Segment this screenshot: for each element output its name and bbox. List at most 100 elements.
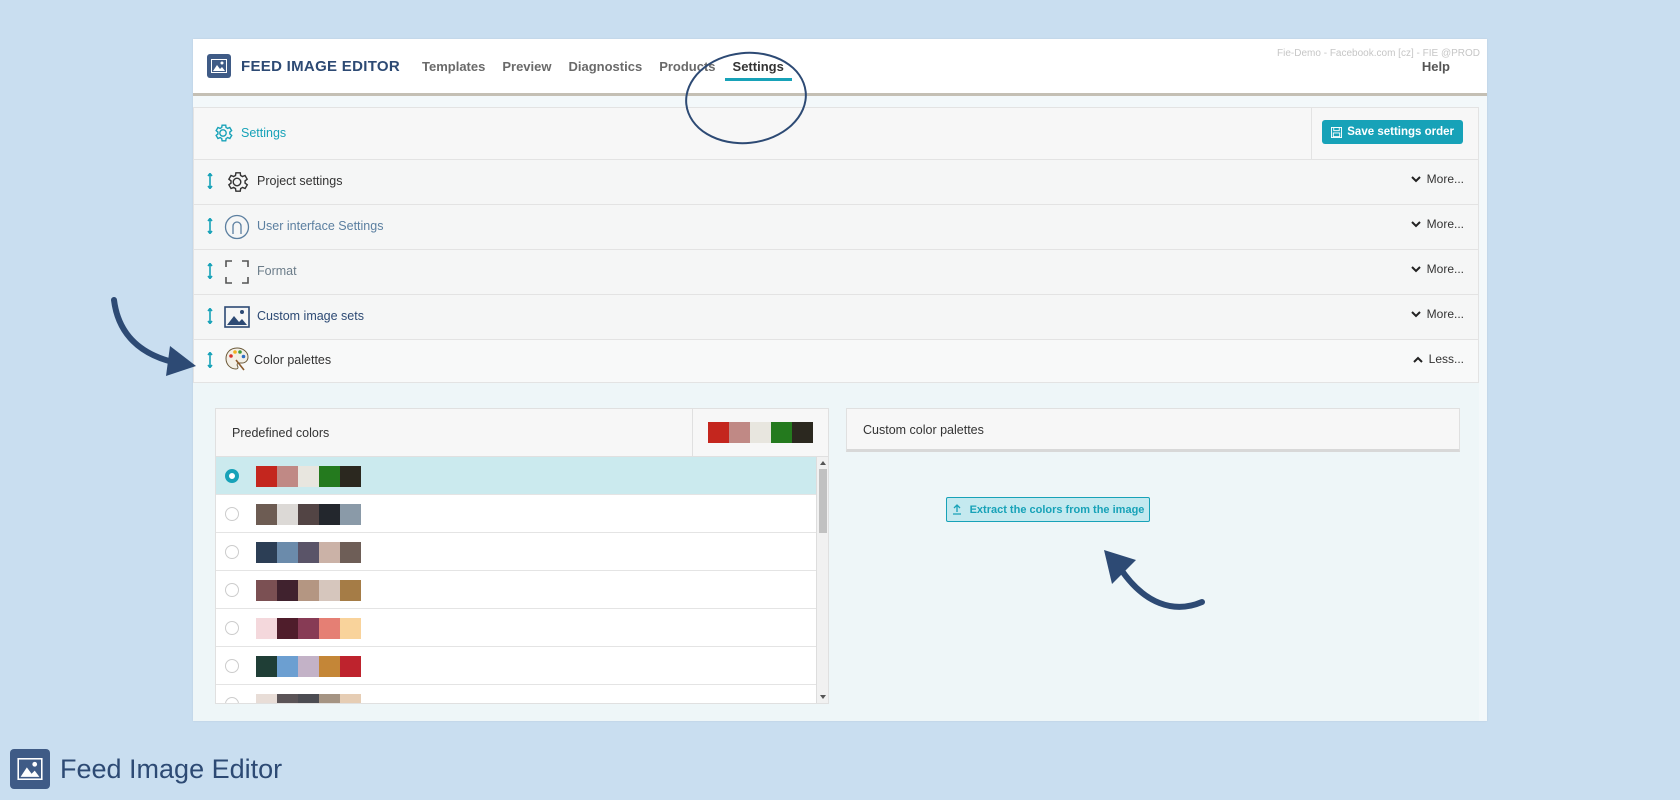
- settings-breadcrumb[interactable]: Settings: [212, 122, 286, 144]
- palette-radio[interactable]: [225, 469, 239, 483]
- logo-image-icon: [207, 54, 231, 78]
- scroll-up-arrow[interactable]: [820, 461, 826, 465]
- drag-handle-icon[interactable]: [207, 218, 213, 234]
- settings-header: Settings Save settings order: [193, 107, 1479, 160]
- top-navbar: FEED IMAGE EDITOR Templates Preview Diag…: [193, 39, 1487, 96]
- toggle-label: More...: [1426, 217, 1464, 231]
- color-swatch: [277, 618, 298, 639]
- color-swatch: [319, 504, 340, 525]
- palette-radio[interactable]: [225, 659, 239, 673]
- palette-row[interactable]: [216, 571, 816, 609]
- chevron-down-icon: [1410, 220, 1421, 227]
- row-label: User interface Settings: [257, 219, 384, 233]
- color-swatch: [256, 504, 277, 525]
- color-swatch: [319, 618, 340, 639]
- palette-row[interactable]: [216, 609, 816, 647]
- expand-toggle[interactable]: More...: [1410, 307, 1464, 321]
- palette-radio[interactable]: [225, 697, 239, 703]
- color-swatch: [298, 618, 319, 639]
- palette-swatches: [256, 466, 361, 487]
- row-label: Project settings: [257, 174, 343, 188]
- color-swatch: [792, 422, 813, 443]
- settings-title: Settings: [241, 126, 287, 140]
- chevron-up-icon: [1412, 356, 1423, 363]
- color-swatch: [340, 694, 361, 703]
- palette-radio[interactable]: [225, 507, 239, 521]
- collapse-toggle[interactable]: Less...: [1412, 352, 1464, 366]
- color-swatch: [256, 656, 277, 677]
- gear-icon: [215, 124, 233, 142]
- predefined-colors-card: Predefined colors: [215, 408, 829, 704]
- color-swatch: [256, 694, 277, 703]
- color-swatch: [256, 542, 277, 563]
- palette-radio[interactable]: [225, 621, 239, 635]
- palette-row[interactable]: [216, 647, 816, 685]
- color-swatch: [298, 694, 319, 703]
- extract-colors-label: Extract the colors from the image: [969, 503, 1145, 516]
- color-swatch: [340, 618, 361, 639]
- selected-palette-preview: [692, 409, 828, 456]
- chevron-down-icon: [1410, 175, 1421, 182]
- custom-color-palettes-card: Custom color palettes: [846, 408, 1460, 452]
- toggle-label: More...: [1426, 262, 1464, 276]
- color-swatch: [708, 422, 729, 443]
- user-circle-icon: [224, 214, 250, 240]
- palette-radio[interactable]: [225, 545, 239, 559]
- toggle-label: More...: [1426, 172, 1464, 186]
- color-swatch: [298, 542, 319, 563]
- extract-colors-button[interactable]: Extract the colors from the image: [946, 497, 1150, 522]
- app-name: FEED IMAGE EDITOR: [241, 57, 401, 75]
- color-swatch: [319, 542, 340, 563]
- palette-list[interactable]: [216, 457, 816, 703]
- image-icon: [224, 306, 250, 328]
- settings-row-color-palettes[interactable]: Color palettes Less...: [193, 340, 1479, 383]
- nav-diagnostics[interactable]: Diagnostics: [569, 59, 643, 74]
- color-swatch: [340, 504, 361, 525]
- row-label: Color palettes: [254, 353, 332, 367]
- scrollbar-thumb[interactable]: [819, 469, 827, 533]
- palette-swatches: [256, 618, 361, 639]
- settings-row-custom-image-sets[interactable]: Custom image sets More...: [193, 295, 1479, 340]
- palette-swatches: [256, 656, 361, 677]
- app-logo[interactable]: FEED IMAGE EDITOR: [207, 54, 400, 78]
- settings-row-user-interface[interactable]: User interface Settings More...: [193, 205, 1479, 250]
- chevron-down-icon: [1410, 265, 1421, 272]
- row-label: Custom image sets: [257, 309, 364, 323]
- color-swatch: [750, 422, 771, 443]
- palette-swatches: [256, 504, 361, 525]
- nav-preview[interactable]: Preview: [502, 59, 551, 74]
- palette-row[interactable]: [216, 495, 816, 533]
- palette-row[interactable]: [216, 533, 816, 571]
- drag-handle-icon[interactable]: [207, 263, 213, 279]
- palette-radio[interactable]: [225, 583, 239, 597]
- drag-handle-icon[interactable]: [207, 352, 213, 368]
- color-swatch: [340, 466, 361, 487]
- palette-row[interactable]: [216, 457, 816, 495]
- drag-handle-icon[interactable]: [207, 173, 213, 189]
- color-swatch: [340, 542, 361, 563]
- upload-icon: [952, 504, 961, 515]
- color-swatch: [319, 694, 340, 703]
- expand-toggle[interactable]: More...: [1410, 262, 1464, 276]
- color-swatch: [256, 580, 277, 601]
- custom-color-palettes-title: Custom color palettes: [863, 423, 984, 437]
- settings-row-project[interactable]: Project settings More...: [193, 160, 1479, 205]
- predefined-colors-header: Predefined colors: [216, 409, 828, 457]
- color-swatch: [256, 618, 277, 639]
- expand-toggle[interactable]: More...: [1410, 217, 1464, 231]
- color-swatch: [277, 504, 298, 525]
- settings-row-format[interactable]: Format More...: [193, 250, 1479, 295]
- nav-templates[interactable]: Templates: [422, 59, 485, 74]
- scrollbar[interactable]: [816, 457, 828, 703]
- palette-row[interactable]: [216, 685, 816, 703]
- expand-toggle[interactable]: More...: [1410, 172, 1464, 186]
- color-swatch: [277, 542, 298, 563]
- logo-image-icon: [10, 749, 50, 789]
- drag-handle-icon[interactable]: [207, 308, 213, 324]
- environment-label: Fie-Demo - Facebook.com [cz] - FIE @PROD: [1277, 48, 1480, 59]
- scroll-down-arrow[interactable]: [820, 695, 826, 699]
- save-settings-order-button[interactable]: Save settings order: [1322, 120, 1463, 144]
- help-link[interactable]: Help: [1422, 59, 1450, 74]
- palette-swatches: [256, 580, 361, 601]
- color-swatch: [298, 656, 319, 677]
